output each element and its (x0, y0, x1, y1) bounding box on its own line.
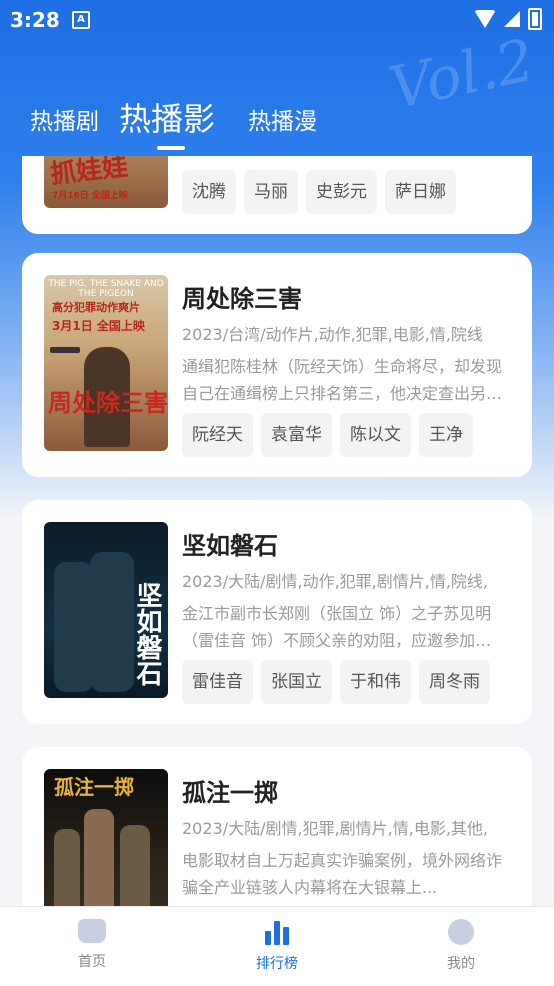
poster-date-text: 7月16日 全国上映 (52, 191, 128, 201)
movie-card[interactable]: THE PIG, THE SNAKE AND THE PIGEON 高分犯罪动作… (22, 253, 532, 477)
poster-figure (90, 552, 134, 692)
nav-ranking[interactable]: 排行榜 (227, 919, 327, 973)
cast-tag[interactable]: 王净 (419, 413, 473, 457)
home-icon (78, 919, 106, 943)
movie-title[interactable]: 孤注一掷 (182, 773, 278, 808)
notification-icon: A (72, 11, 90, 29)
cast-tag[interactable]: 张国立 (261, 660, 332, 704)
poster-title-text: 孤注一掷 (54, 775, 134, 799)
nav-profile[interactable]: 我的 (411, 919, 511, 973)
movie-title[interactable]: 周处除三害 (182, 279, 302, 314)
poster-figure (84, 809, 114, 906)
cast-tag[interactable]: 阮经天 (182, 413, 253, 457)
movie-description: 电影取材自上万起真实诈骗案例，境外网络诈骗全产业链骇人内幕将在大银幕上... (182, 851, 503, 897)
cast-tag[interactable]: 萨日娜 (385, 170, 456, 214)
cast-tag[interactable]: 陈以文 (340, 413, 411, 457)
cast-tag[interactable]: 史彭元 (306, 170, 377, 214)
profile-icon (448, 919, 474, 945)
poster-gun-shape (50, 347, 80, 353)
movie-poster[interactable]: 抓娃娃 7月16日 全国上映 (44, 156, 168, 208)
wifi-icon (474, 10, 496, 28)
cast-tags: 沈腾 马丽 史彭元 萨日娜 (182, 170, 456, 214)
poster-title-text: 抓娃娃 (48, 156, 130, 190)
cast-tag[interactable]: 马丽 (244, 170, 298, 214)
cast-tags: 雷佳音 张国立 于和伟 周冬雨 (182, 660, 490, 704)
movie-poster[interactable]: 坚如磐石 (44, 522, 168, 698)
poster-tagline: 高分犯罪动作爽片 (52, 301, 140, 314)
movie-meta: 2023/大陆/剧情,犯罪,剧情片,情,电影,其他, (182, 819, 489, 838)
tab-hot-movies[interactable]: 热播影 (119, 94, 215, 140)
nav-label: 我的 (447, 956, 475, 972)
movie-card[interactable]: 孤注一掷 孤注一掷 2023/大陆/剧情,犯罪,剧情片,情,电影,其他, 电影取… (22, 747, 532, 906)
nav-label: 首页 (78, 954, 106, 970)
tab-hot-series[interactable]: 热播剧 (30, 102, 99, 136)
ranking-icon (264, 919, 290, 945)
poster-figure (54, 562, 94, 692)
cast-tag[interactable]: 雷佳音 (182, 660, 253, 704)
cast-tags: 阮经天 袁富华 陈以文 王净 (182, 413, 473, 457)
tab-hot-anime[interactable]: 热播漫 (248, 102, 317, 136)
category-tabs: 热播剧 热播影 热播漫 (0, 90, 554, 150)
status-time: 3:28 (10, 8, 60, 32)
battery-icon (528, 8, 542, 30)
movie-title[interactable]: 坚如磐石 (182, 526, 278, 561)
cast-tag[interactable]: 袁富华 (261, 413, 332, 457)
system-icons (474, 8, 542, 30)
cast-tag[interactable]: 于和伟 (340, 660, 411, 704)
cast-tag[interactable]: 周冬雨 (419, 660, 490, 704)
nav-label: 排行榜 (256, 956, 298, 972)
movie-description: 通缉犯陈桂林（阮经天饰）生命将尽，却发现自己在通缉榜上只排名第三，他决定查出另外… (182, 357, 503, 403)
movie-card[interactable]: 坚如磐石 坚如磐石 2023/大陆/剧情,动作,犯罪,剧情片,情,院线, 金江市… (22, 500, 532, 724)
nav-home[interactable]: 首页 (42, 919, 142, 971)
movie-list[interactable]: 抓娃娃 7月16日 全国上映 沈腾 马丽 史彭元 萨日娜 THE PIG, TH… (0, 156, 554, 906)
poster-date-text: 3月1日 全国上映 (52, 319, 145, 333)
movie-meta: 2023/大陆/剧情,动作,犯罪,剧情片,情,院线, (182, 572, 489, 591)
movie-description: 金江市副市长郑刚（张国立 饰）之子苏见明（雷佳音 饰）不顾父亲的劝阻，应邀参加一… (182, 604, 492, 650)
movie-poster[interactable]: 孤注一掷 (44, 769, 168, 906)
active-tab-indicator (157, 146, 185, 150)
poster-figure (120, 825, 150, 906)
status-bar: 3:28 A (0, 0, 554, 40)
movie-meta: 2023/台湾/动作片,动作,犯罪,电影,情,院线 (182, 325, 483, 344)
poster-figure (54, 829, 80, 906)
bottom-navigation: 首页 排行榜 我的 (0, 906, 554, 986)
cast-tag[interactable]: 沈腾 (182, 170, 236, 214)
movie-poster[interactable]: THE PIG, THE SNAKE AND THE PIGEON 高分犯罪动作… (44, 275, 168, 451)
movie-card[interactable]: 抓娃娃 7月16日 全国上映 沈腾 马丽 史彭元 萨日娜 (22, 156, 532, 234)
signal-icon (504, 11, 520, 27)
poster-title-text: 坚如磐石 (132, 582, 162, 686)
poster-title-text: 周处除三害 (48, 389, 168, 417)
poster-english-title: THE PIG, THE SNAKE AND THE PIGEON (48, 279, 164, 299)
